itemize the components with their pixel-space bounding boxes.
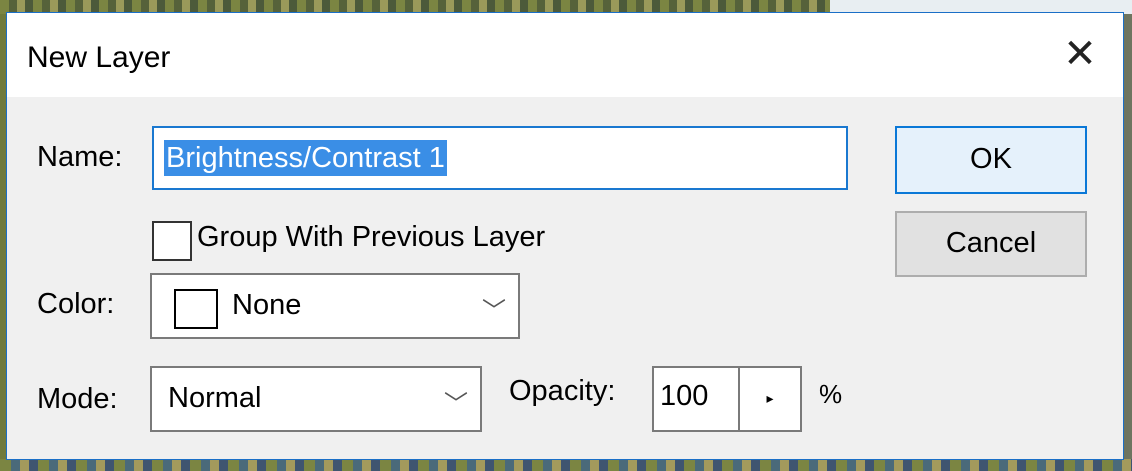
color-swatch [174,289,218,329]
title-bar: New Layer ✕ [7,13,1123,97]
color-dropdown-value: None [232,289,302,321]
triangle-right-icon: ▸ [766,390,774,406]
ok-button[interactable]: OK [895,126,1087,194]
close-icon[interactable]: ✕ [1057,31,1103,77]
opacity-field[interactable]: 100 [652,366,740,432]
group-with-previous-checkbox[interactable] [152,221,192,261]
opacity-field-value: 100 [660,380,709,412]
background-image-strip-bottom [0,459,1132,471]
opacity-unit: % [819,379,843,409]
group-with-previous-label[interactable]: Group With Previous Layer [197,221,545,254]
new-layer-dialog: New Layer ✕ Name: Brightness/Contrast 1 … [6,12,1124,460]
name-field[interactable]: Brightness/Contrast 1 [152,126,848,190]
color-dropdown[interactable]: None ﹀ [150,273,520,339]
name-field-selected-text: Brightness/Contrast 1 [164,140,447,176]
opacity-label: Opacity: [509,375,616,407]
mode-dropdown-value: Normal [168,382,262,414]
cancel-button[interactable]: Cancel [895,211,1087,277]
chevron-down-icon: ﹀ [482,298,506,325]
color-label: Color: [37,288,115,320]
name-label: Name: [37,141,123,173]
opacity-slider-button[interactable]: ▸ [740,366,802,432]
mode-label: Mode: [37,383,118,415]
chevron-down-icon: ﹀ [444,391,468,418]
dialog-title: New Layer [27,41,171,74]
mode-dropdown[interactable]: Normal ﹀ [150,366,482,432]
